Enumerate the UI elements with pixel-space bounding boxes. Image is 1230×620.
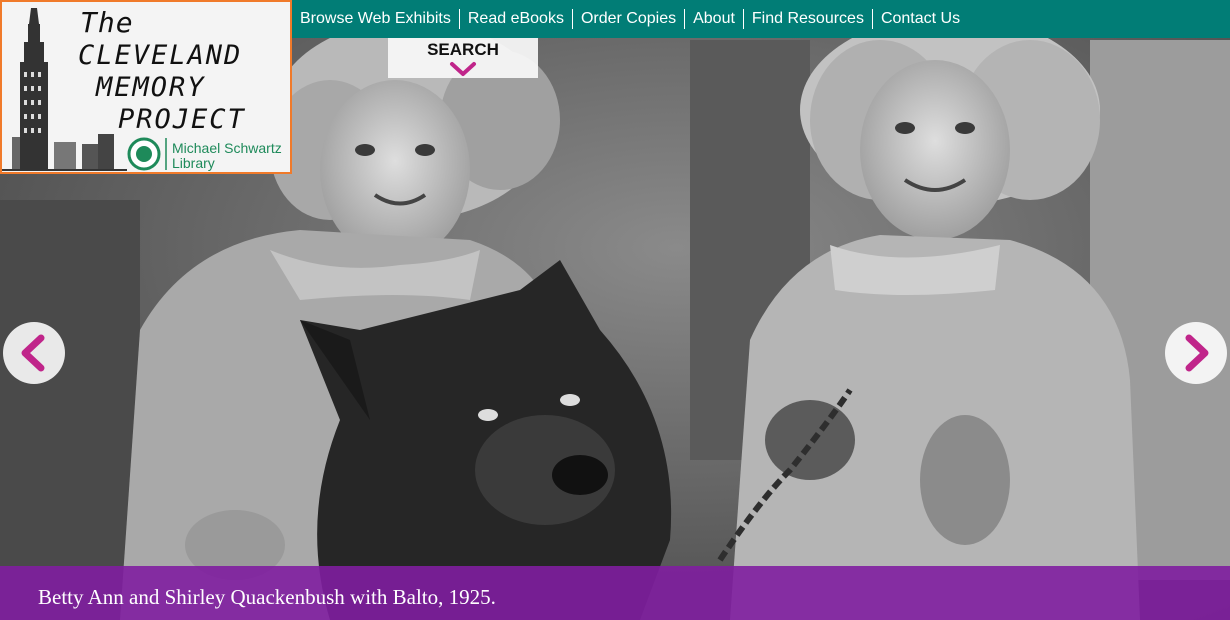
nav-order-copies[interactable]: Order Copies — [571, 9, 684, 29]
slider-next-button[interactable] — [1165, 322, 1227, 384]
search-toggle[interactable]: SEARCH — [388, 38, 538, 78]
chevron-down-icon — [450, 62, 476, 76]
logo-library-name: Michael Schwartz — [172, 140, 282, 156]
slide-caption: Betty Ann and Shirley Quackenbush with B… — [38, 585, 496, 609]
main-nav: Browse Web Exhibits Read eBooks Order Co… — [292, 0, 968, 38]
search-label: SEARCH — [427, 40, 499, 59]
slide-caption-bar: Betty Ann and Shirley Quackenbush with B… — [0, 566, 1230, 620]
site-logo[interactable]: The CLEVELAND MEMORY PROJECT Michael Sch… — [0, 0, 292, 174]
logo-line-project: PROJECT — [118, 104, 246, 135]
logo-library-label: Library — [172, 155, 215, 171]
nav-browse-web-exhibits[interactable]: Browse Web Exhibits — [292, 9, 459, 29]
slider-prev-button[interactable] — [3, 322, 65, 384]
chevron-left-icon — [21, 334, 45, 372]
chevron-right-icon — [1185, 334, 1209, 372]
nav-find-resources[interactable]: Find Resources — [742, 9, 872, 29]
nav-read-ebooks[interactable]: Read eBooks — [458, 9, 572, 29]
nav-about[interactable]: About — [684, 9, 743, 29]
nav-contact-us[interactable]: Contact Us — [871, 9, 968, 29]
logo-line-the: The — [80, 6, 134, 39]
logo-line-memory: MEMORY — [96, 72, 206, 103]
logo-line-cleveland: CLEVELAND — [78, 40, 243, 71]
